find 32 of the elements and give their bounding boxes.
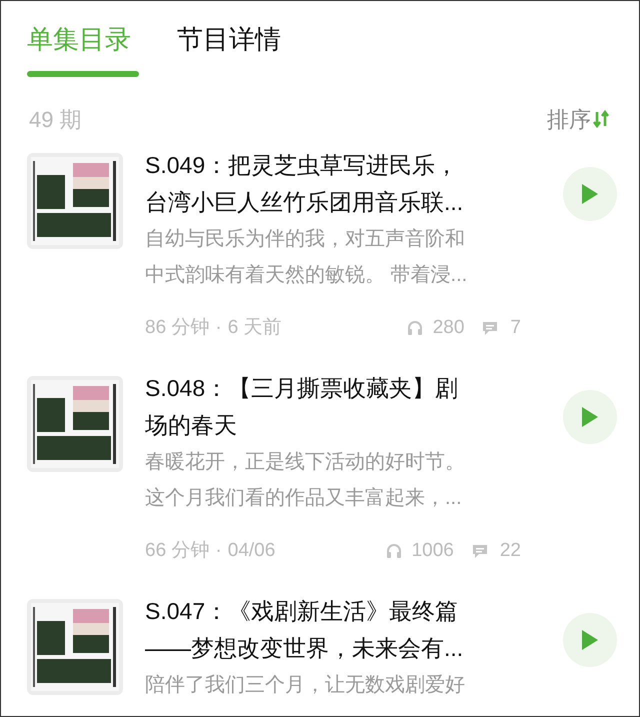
play-icon (581, 629, 599, 651)
episode-count: 49 期 (29, 106, 82, 134)
episode-description: 陪伴了我们三个月，让无数戏剧爱好 (145, 673, 466, 698)
separator-dot: · (215, 538, 222, 563)
episode-description: 春暖花开，正是线下活动的好时节。 (145, 450, 466, 475)
episode-title[interactable]: 台湾小巨人丝竹乐团用音乐联... (145, 184, 525, 221)
play-icon (581, 406, 599, 428)
episode-title[interactable]: 场的春天 (145, 407, 525, 444)
play-count: 1006 (412, 538, 454, 563)
headphones-icon (386, 543, 402, 559)
tab[interactable]: 节目详情 (177, 21, 281, 57)
episode-title[interactable]: ——梦想改变世界，未来会有... (145, 630, 525, 667)
episode-description: 中式韵味有着天然的敏锐。 带着浸... (145, 263, 468, 288)
play-count: 280 (432, 316, 464, 340)
episode-title[interactable]: S.048：【三月撕票收藏夹】剧 (145, 370, 525, 407)
episode-description: 这个月我们看的作品又丰富起来，... (145, 486, 463, 511)
play-icon (581, 183, 599, 205)
duration: 86 分钟 (145, 316, 210, 340)
comment-count: 7 (510, 316, 521, 340)
sort-button[interactable]: 排序 (547, 102, 609, 136)
episode-title[interactable]: S.049：把灵芝虫草写进民乐， (145, 147, 525, 184)
sort-icon (593, 110, 609, 128)
publish-date: 6 天前 (228, 316, 282, 340)
comment-count: 22 (500, 538, 521, 563)
headphones-icon (406, 320, 423, 336)
episode-description: 自幼与民乐为伴的我，对五声音阶和 (145, 227, 466, 252)
duration: 66 分钟 (145, 538, 210, 563)
publish-date: 04/06 (228, 538, 276, 563)
comment-icon (472, 543, 488, 559)
separator-dot: · (215, 316, 222, 340)
comment-icon (482, 320, 498, 336)
episode-title[interactable]: S.047：《戏剧新生活》最终篇 (145, 593, 525, 630)
